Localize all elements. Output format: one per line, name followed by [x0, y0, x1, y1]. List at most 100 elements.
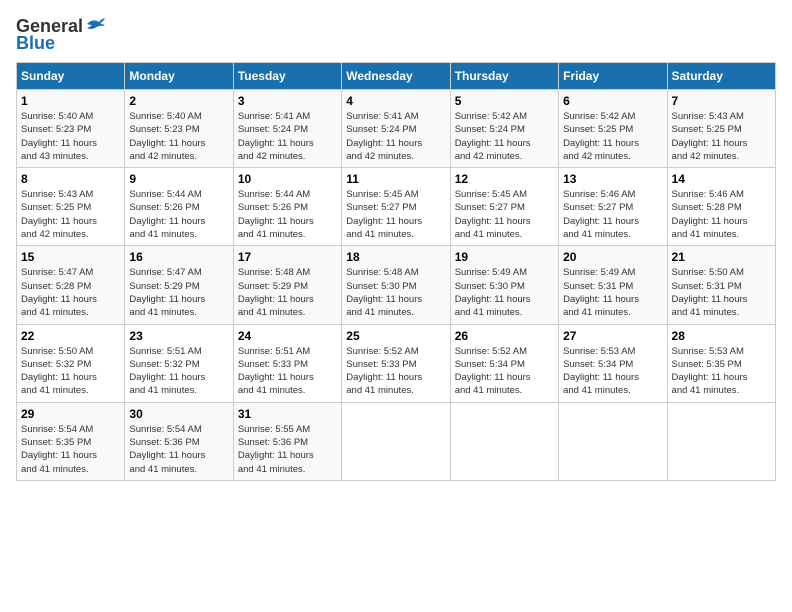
- day-info: Sunrise: 5:52 AMSunset: 5:33 PMDaylight:…: [346, 346, 422, 397]
- empty-cell: [450, 402, 558, 480]
- calendar-day-26: 26 Sunrise: 5:52 AMSunset: 5:34 PMDaylig…: [450, 324, 558, 402]
- col-header-wednesday: Wednesday: [342, 63, 450, 90]
- day-number: 31: [238, 407, 337, 421]
- day-number: 20: [563, 250, 662, 264]
- day-info: Sunrise: 5:47 AMSunset: 5:29 PMDaylight:…: [129, 267, 205, 318]
- col-header-friday: Friday: [559, 63, 667, 90]
- day-number: 6: [563, 94, 662, 108]
- calendar-day-13: 13 Sunrise: 5:46 AMSunset: 5:27 PMDaylig…: [559, 168, 667, 246]
- day-number: 2: [129, 94, 228, 108]
- day-number: 29: [21, 407, 120, 421]
- empty-cell: [667, 402, 775, 480]
- calendar-day-21: 21 Sunrise: 5:50 AMSunset: 5:31 PMDaylig…: [667, 246, 775, 324]
- calendar-day-9: 9 Sunrise: 5:44 AMSunset: 5:26 PMDayligh…: [125, 168, 233, 246]
- day-number: 8: [21, 172, 120, 186]
- day-number: 23: [129, 329, 228, 343]
- calendar-day-14: 14 Sunrise: 5:46 AMSunset: 5:28 PMDaylig…: [667, 168, 775, 246]
- col-header-monday: Monday: [125, 63, 233, 90]
- day-number: 13: [563, 172, 662, 186]
- day-info: Sunrise: 5:43 AMSunset: 5:25 PMDaylight:…: [21, 189, 97, 240]
- day-number: 4: [346, 94, 445, 108]
- calendar-day-7: 7 Sunrise: 5:43 AMSunset: 5:25 PMDayligh…: [667, 90, 775, 168]
- col-header-tuesday: Tuesday: [233, 63, 341, 90]
- calendar-day-23: 23 Sunrise: 5:51 AMSunset: 5:32 PMDaylig…: [125, 324, 233, 402]
- calendar-day-2: 2 Sunrise: 5:40 AMSunset: 5:23 PMDayligh…: [125, 90, 233, 168]
- day-number: 22: [21, 329, 120, 343]
- day-number: 17: [238, 250, 337, 264]
- col-header-sunday: Sunday: [17, 63, 125, 90]
- day-info: Sunrise: 5:54 AMSunset: 5:35 PMDaylight:…: [21, 424, 97, 475]
- day-number: 24: [238, 329, 337, 343]
- day-info: Sunrise: 5:51 AMSunset: 5:32 PMDaylight:…: [129, 346, 205, 397]
- empty-cell: [342, 402, 450, 480]
- calendar-day-15: 15 Sunrise: 5:47 AMSunset: 5:28 PMDaylig…: [17, 246, 125, 324]
- day-info: Sunrise: 5:51 AMSunset: 5:33 PMDaylight:…: [238, 346, 314, 397]
- calendar-day-28: 28 Sunrise: 5:53 AMSunset: 5:35 PMDaylig…: [667, 324, 775, 402]
- logo-blue: Blue: [16, 33, 55, 54]
- day-info: Sunrise: 5:46 AMSunset: 5:28 PMDaylight:…: [672, 189, 748, 240]
- day-info: Sunrise: 5:50 AMSunset: 5:31 PMDaylight:…: [672, 267, 748, 318]
- logo-bird-icon: [85, 16, 107, 34]
- calendar-table: SundayMondayTuesdayWednesdayThursdayFrid…: [16, 62, 776, 481]
- day-number: 16: [129, 250, 228, 264]
- day-number: 19: [455, 250, 554, 264]
- calendar-day-25: 25 Sunrise: 5:52 AMSunset: 5:33 PMDaylig…: [342, 324, 450, 402]
- calendar-day-24: 24 Sunrise: 5:51 AMSunset: 5:33 PMDaylig…: [233, 324, 341, 402]
- day-number: 12: [455, 172, 554, 186]
- day-number: 21: [672, 250, 771, 264]
- day-info: Sunrise: 5:53 AMSunset: 5:35 PMDaylight:…: [672, 346, 748, 397]
- day-number: 3: [238, 94, 337, 108]
- day-info: Sunrise: 5:45 AMSunset: 5:27 PMDaylight:…: [346, 189, 422, 240]
- day-number: 28: [672, 329, 771, 343]
- day-info: Sunrise: 5:48 AMSunset: 5:29 PMDaylight:…: [238, 267, 314, 318]
- day-number: 25: [346, 329, 445, 343]
- day-info: Sunrise: 5:49 AMSunset: 5:30 PMDaylight:…: [455, 267, 531, 318]
- calendar-day-20: 20 Sunrise: 5:49 AMSunset: 5:31 PMDaylig…: [559, 246, 667, 324]
- calendar-day-22: 22 Sunrise: 5:50 AMSunset: 5:32 PMDaylig…: [17, 324, 125, 402]
- calendar-day-16: 16 Sunrise: 5:47 AMSunset: 5:29 PMDaylig…: [125, 246, 233, 324]
- calendar-day-29: 29 Sunrise: 5:54 AMSunset: 5:35 PMDaylig…: [17, 402, 125, 480]
- day-info: Sunrise: 5:41 AMSunset: 5:24 PMDaylight:…: [238, 111, 314, 162]
- day-number: 11: [346, 172, 445, 186]
- calendar-week-2: 8 Sunrise: 5:43 AMSunset: 5:25 PMDayligh…: [17, 168, 776, 246]
- day-info: Sunrise: 5:40 AMSunset: 5:23 PMDaylight:…: [129, 111, 205, 162]
- calendar-day-12: 12 Sunrise: 5:45 AMSunset: 5:27 PMDaylig…: [450, 168, 558, 246]
- day-number: 14: [672, 172, 771, 186]
- day-info: Sunrise: 5:41 AMSunset: 5:24 PMDaylight:…: [346, 111, 422, 162]
- day-number: 10: [238, 172, 337, 186]
- day-info: Sunrise: 5:55 AMSunset: 5:36 PMDaylight:…: [238, 424, 314, 475]
- day-number: 15: [21, 250, 120, 264]
- day-info: Sunrise: 5:52 AMSunset: 5:34 PMDaylight:…: [455, 346, 531, 397]
- day-number: 7: [672, 94, 771, 108]
- day-info: Sunrise: 5:42 AMSunset: 5:25 PMDaylight:…: [563, 111, 639, 162]
- col-header-thursday: Thursday: [450, 63, 558, 90]
- day-number: 18: [346, 250, 445, 264]
- day-info: Sunrise: 5:53 AMSunset: 5:34 PMDaylight:…: [563, 346, 639, 397]
- empty-cell: [559, 402, 667, 480]
- day-info: Sunrise: 5:48 AMSunset: 5:30 PMDaylight:…: [346, 267, 422, 318]
- day-info: Sunrise: 5:49 AMSunset: 5:31 PMDaylight:…: [563, 267, 639, 318]
- calendar-day-31: 31 Sunrise: 5:55 AMSunset: 5:36 PMDaylig…: [233, 402, 341, 480]
- calendar-day-5: 5 Sunrise: 5:42 AMSunset: 5:24 PMDayligh…: [450, 90, 558, 168]
- calendar-week-1: 1 Sunrise: 5:40 AMSunset: 5:23 PMDayligh…: [17, 90, 776, 168]
- calendar-day-18: 18 Sunrise: 5:48 AMSunset: 5:30 PMDaylig…: [342, 246, 450, 324]
- calendar-day-6: 6 Sunrise: 5:42 AMSunset: 5:25 PMDayligh…: [559, 90, 667, 168]
- calendar-day-3: 3 Sunrise: 5:41 AMSunset: 5:24 PMDayligh…: [233, 90, 341, 168]
- col-header-saturday: Saturday: [667, 63, 775, 90]
- calendar-day-8: 8 Sunrise: 5:43 AMSunset: 5:25 PMDayligh…: [17, 168, 125, 246]
- day-info: Sunrise: 5:44 AMSunset: 5:26 PMDaylight:…: [129, 189, 205, 240]
- day-info: Sunrise: 5:42 AMSunset: 5:24 PMDaylight:…: [455, 111, 531, 162]
- day-number: 30: [129, 407, 228, 421]
- calendar-day-27: 27 Sunrise: 5:53 AMSunset: 5:34 PMDaylig…: [559, 324, 667, 402]
- day-info: Sunrise: 5:43 AMSunset: 5:25 PMDaylight:…: [672, 111, 748, 162]
- day-info: Sunrise: 5:44 AMSunset: 5:26 PMDaylight:…: [238, 189, 314, 240]
- day-number: 9: [129, 172, 228, 186]
- day-info: Sunrise: 5:45 AMSunset: 5:27 PMDaylight:…: [455, 189, 531, 240]
- calendar-day-17: 17 Sunrise: 5:48 AMSunset: 5:29 PMDaylig…: [233, 246, 341, 324]
- day-number: 26: [455, 329, 554, 343]
- day-info: Sunrise: 5:50 AMSunset: 5:32 PMDaylight:…: [21, 346, 97, 397]
- calendar-week-4: 22 Sunrise: 5:50 AMSunset: 5:32 PMDaylig…: [17, 324, 776, 402]
- day-number: 27: [563, 329, 662, 343]
- calendar-day-11: 11 Sunrise: 5:45 AMSunset: 5:27 PMDaylig…: [342, 168, 450, 246]
- day-info: Sunrise: 5:54 AMSunset: 5:36 PMDaylight:…: [129, 424, 205, 475]
